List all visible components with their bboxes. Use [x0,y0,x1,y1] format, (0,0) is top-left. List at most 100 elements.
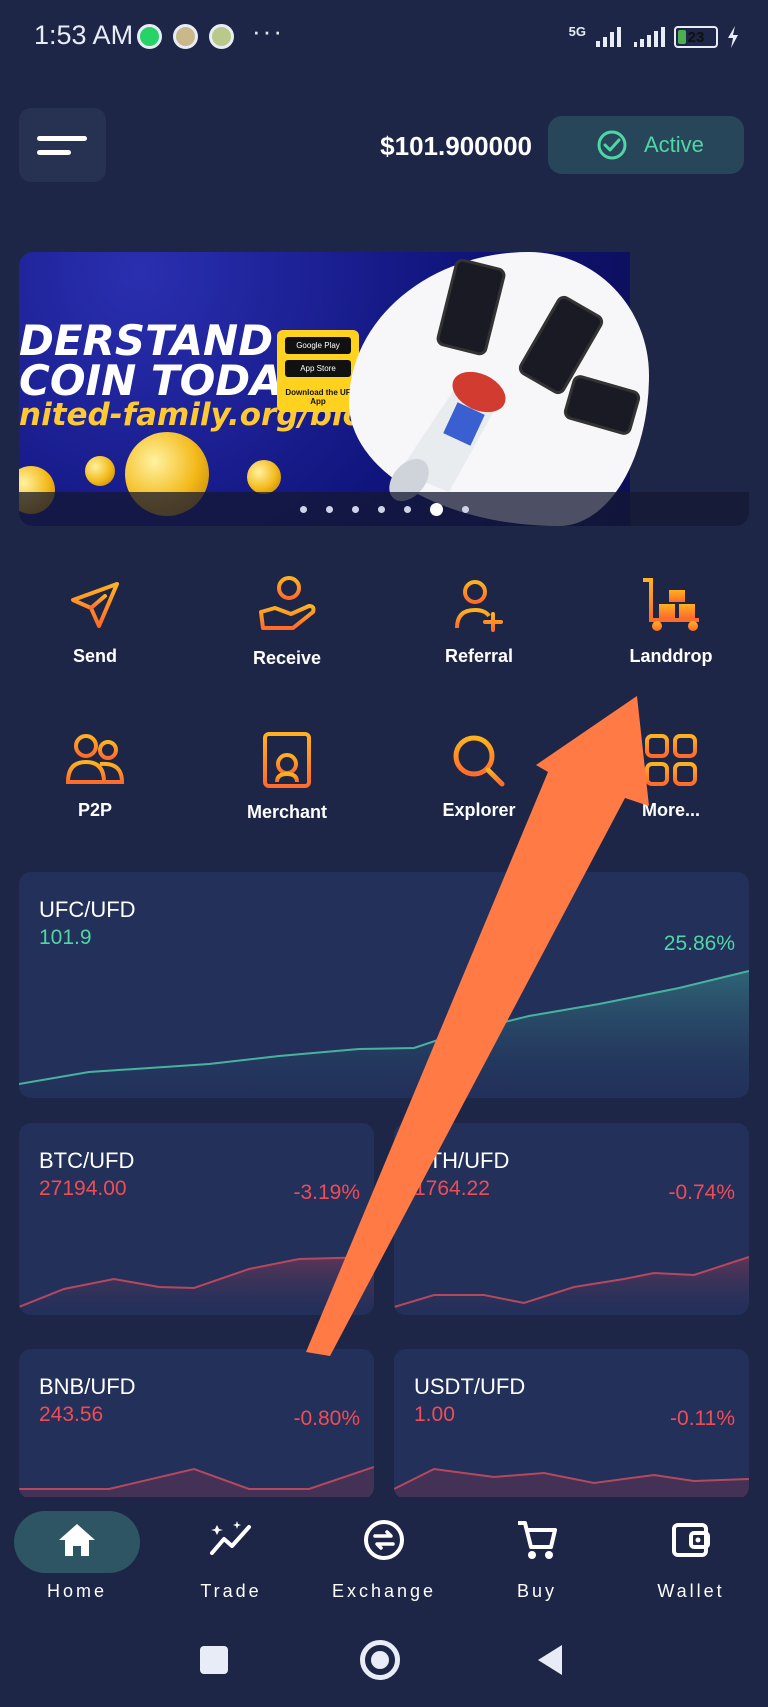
price-sparkline [19,1256,374,1315]
check-circle-icon [597,130,627,160]
search-icon [453,735,505,787]
banner-pagination[interactable] [19,503,749,516]
pair-price: 1764.22 [414,1177,490,1200]
explorer-label: Explorer [442,800,516,820]
back-button[interactable] [535,1643,565,1677]
store-badges: Google Play App Store Download the UF Ap… [277,330,359,412]
bottom-navigation: Home Trade Exchange Buy Wallet [0,1497,768,1617]
nav-trade-label: Trade [200,1581,262,1601]
send-label: Send [72,646,117,666]
pair-change: -0.11% [670,1407,735,1430]
cart-icon [518,1521,557,1559]
send-icon [71,582,119,628]
signal-icon [596,27,621,47]
pagination-dot[interactable] [351,506,359,513]
pair-change: -3.19% [293,1181,360,1204]
exchange-icon [364,1520,404,1560]
home-button[interactable] [360,1640,400,1680]
pair-name: BNB/UFD [39,1374,136,1399]
nav-wallet-label: Wallet [657,1581,725,1601]
market-card-btc[interactable]: BTC/UFD 27194.00 -3.19% [19,1123,374,1315]
pair-name: UFC/UFD [39,897,136,922]
more-action[interactable]: More... [596,732,746,821]
merchant-store-icon [263,732,311,788]
coin-illustration [85,456,115,486]
landdrop-cart-icon [643,578,699,631]
hamburger-menu-icon [37,136,87,141]
hamburger-line [37,150,71,155]
price-sparkline [19,1466,374,1499]
store-caption: Download the UF App [285,388,351,406]
nav-home-label: Home [46,1581,107,1601]
pair-change: -0.80% [293,1407,360,1430]
pair-price: 27194.00 [39,1177,127,1200]
market-card-eth[interactable]: ETH/UFD 1764.22 -0.74% [394,1123,749,1315]
price-sparkline [19,970,749,1098]
pagination-dot[interactable] [325,506,333,513]
nav-trade[interactable]: Trade [161,1497,301,1607]
battery-icon: 23 [674,26,718,48]
pair-price: 101.9 [39,926,92,949]
trade-chart-icon [210,1521,251,1555]
pair-name: BTC/UFD [39,1148,135,1173]
explorer-action[interactable]: Explorer [404,732,554,821]
receive-action[interactable]: Receive [212,576,362,669]
more-label: More... [641,800,700,820]
market-card-bnb[interactable]: BNB/UFD 243.56 -0.80% [19,1349,374,1499]
pair-price: 1.00 [414,1403,455,1426]
nav-wallet[interactable]: Wallet [621,1497,761,1607]
pair-change: -0.74% [668,1181,735,1204]
price-sparkline [394,1467,749,1499]
pagination-dot[interactable] [299,506,307,513]
more-notifications-icon: ··· [252,16,284,46]
app-store-label: App Store [300,364,336,373]
google-play-label: Google Play [296,341,340,350]
p2p-label: P2P [77,800,113,820]
market-card-ufc[interactable]: UFC/UFD 101.9 25.86% [19,872,749,1098]
pair-price: 243.56 [39,1403,104,1426]
pagination-dot[interactable] [429,503,443,516]
home-icon [59,1524,95,1556]
landdrop-action[interactable]: Landdrop [596,576,746,667]
send-action[interactable]: Send [20,578,170,667]
market-card-usdt[interactable]: USDT/UFD 1.00 -0.11% [394,1349,749,1499]
merchant-label: Merchant [246,802,327,822]
network-type: 5G [568,23,586,39]
status-time: 1:53 AM [34,20,134,50]
nav-exchange-label: Exchange [331,1581,437,1601]
whatsapp-icon [137,24,162,49]
pagination-dot[interactable] [377,506,385,513]
referral-label: Referral [444,646,514,666]
signal-icon [634,27,665,47]
google-play-badge: Google Play [285,337,351,354]
referral-action[interactable]: Referral [404,578,554,667]
nav-buy[interactable]: Buy [467,1497,607,1607]
recents-button[interactable] [200,1646,228,1674]
promo-banner[interactable]: DERSTAND COIN TODAY! nited-family.org/bl… [19,252,749,526]
receive-coin-icon [259,576,316,630]
pair-name: USDT/UFD [414,1374,526,1399]
menu-button[interactable] [19,108,106,182]
receive-label: Receive [252,648,322,668]
megaphone-icon [389,371,506,502]
pagination-dot[interactable] [403,506,411,513]
add-user-icon [455,580,503,632]
pagination-dot[interactable] [461,506,469,513]
battery-level: 23 [687,28,705,46]
wallet-icon [672,1523,710,1557]
nav-home[interactable]: Home [7,1497,147,1607]
account-balance: $101.900000 [380,131,532,161]
merchant-action[interactable]: Merchant [212,730,362,823]
coin-illustration [247,460,281,494]
app-store-badge: App Store [285,360,351,377]
nav-exchange[interactable]: Exchange [314,1497,454,1607]
app-notification-icon [173,24,198,49]
app-notification-icon [209,24,234,49]
active-status-label: Active [644,132,704,157]
charging-icon [728,26,738,48]
p2p-action[interactable]: P2P [20,732,170,821]
pair-change: 25.86% [663,932,735,955]
grid-icon [645,734,697,786]
active-status-button[interactable]: Active [548,116,744,174]
status-bar: 1:53 AM ··· 5G 23 [0,0,768,74]
